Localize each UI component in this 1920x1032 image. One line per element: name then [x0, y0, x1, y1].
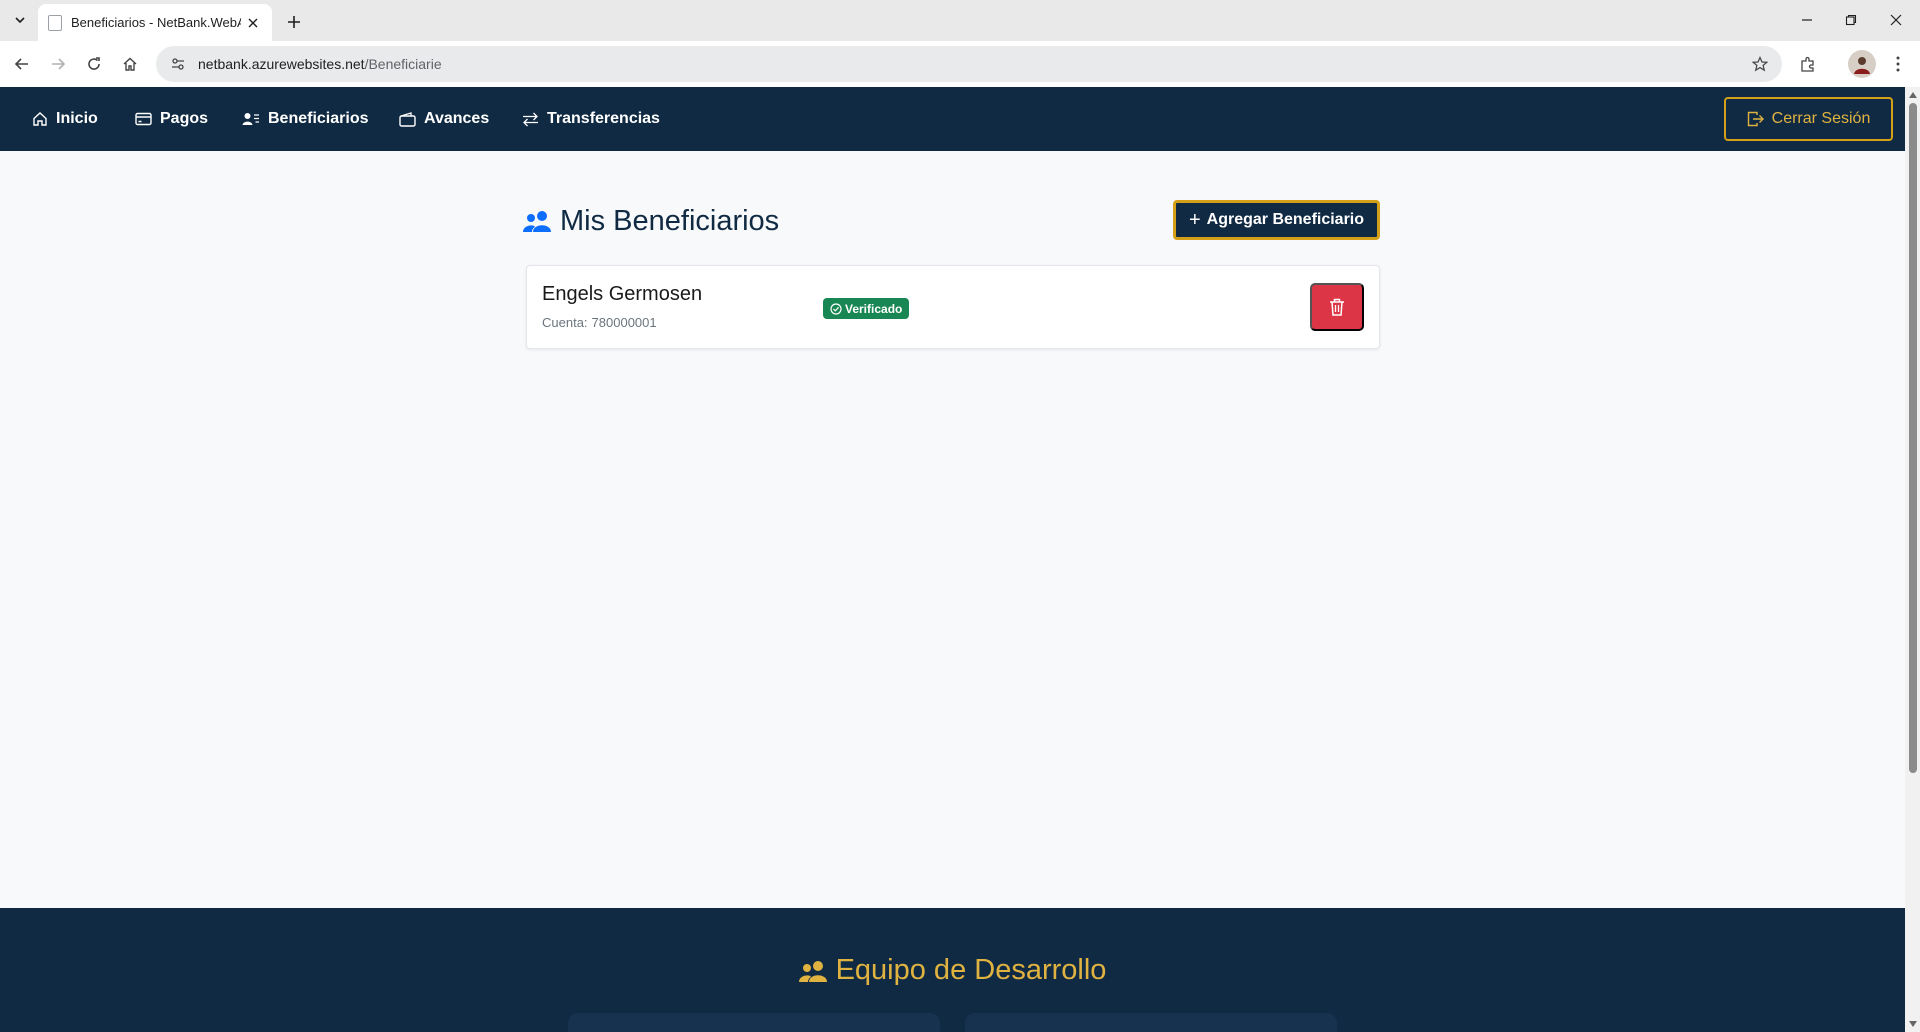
close-window-icon[interactable]: [1882, 8, 1910, 32]
url-text: netbank.azurewebsites.net/Beneficiarie: [198, 56, 442, 72]
nav-item-label: Inicio: [56, 110, 98, 127]
nav-item-avances[interactable]: Avances: [399, 87, 489, 151]
house-icon: [33, 112, 47, 126]
person-lines-icon: [242, 113, 259, 125]
people-icon: [798, 960, 827, 982]
footer: Equipo de Desarrollo: [0, 908, 1905, 1032]
logout-button[interactable]: Cerrar Sesión: [1724, 97, 1893, 141]
new-tab-plus-icon[interactable]: [280, 8, 308, 36]
team-member-card: [568, 1013, 940, 1032]
page-title-text: Mis Beneficiarios: [560, 204, 780, 237]
nav-item-label: Pagos: [160, 110, 209, 127]
page-title: Mis Beneficiarios: [523, 200, 779, 242]
browser-menu-kebab-icon[interactable]: [1884, 50, 1912, 78]
minimize-window-icon[interactable]: [1793, 8, 1821, 32]
address-bar[interactable]: netbank.azurewebsites.net/Beneficiarie: [156, 46, 1782, 82]
browser-tab-active[interactable]: Beneficiarios - NetBank.WebApp: [38, 4, 272, 41]
site-info-icon[interactable]: [168, 54, 188, 74]
people-icon: [523, 211, 551, 232]
beneficiary-name: Engels Germosen: [542, 283, 703, 305]
main-navbar: Inicio Pagos Beneficiarios Avances Trans…: [0, 87, 1905, 151]
restore-window-icon[interactable]: [1837, 8, 1865, 32]
nav-item-inicio[interactable]: Inicio: [32, 87, 98, 151]
scroll-up-arrow-icon[interactable]: [1905, 89, 1920, 101]
box-arrow-right-icon: [1747, 111, 1764, 127]
beneficiary-card: Engels Germosen Cuenta: 780000001 Verific…: [526, 265, 1380, 349]
tab-title: Beneficiarios - NetBank.WebApp: [71, 15, 241, 30]
close-tab-icon[interactable]: [244, 14, 262, 32]
arrow-left-right-icon: [523, 112, 538, 126]
check-circle-icon: [830, 302, 842, 315]
forward-arrow-icon[interactable]: [44, 50, 72, 78]
bookmark-star-icon[interactable]: [1750, 54, 1770, 74]
status-badge-label: Verificado: [845, 301, 903, 316]
logout-label: Cerrar Sesión: [1771, 110, 1871, 127]
trash-icon: [1330, 298, 1344, 316]
scrollbar-thumb[interactable]: [1909, 103, 1917, 773]
nav-item-label: Beneficiarios: [268, 110, 369, 127]
footer-title: Equipo de Desarrollo: [0, 954, 1905, 987]
browser-tab-bar: Beneficiarios - NetBank.WebApp: [0, 0, 1920, 41]
page-scrollbar[interactable]: [1905, 87, 1920, 1032]
beneficiary-account: Cuenta: 780000001: [542, 315, 657, 330]
team-member-card: [965, 1013, 1337, 1032]
add-beneficiary-button[interactable]: + Agregar Beneficiario: [1173, 200, 1380, 240]
credit-card-icon: [135, 112, 152, 126]
delete-beneficiary-button[interactable]: [1310, 283, 1364, 331]
browser-toolbar: netbank.azurewebsites.net/Beneficiarie: [0, 41, 1920, 87]
nav-item-label: Avances: [424, 110, 490, 127]
extensions-puzzle-icon[interactable]: [1794, 50, 1822, 78]
tab-search-chevron-icon[interactable]: [10, 10, 30, 30]
nav-item-pagos[interactable]: Pagos: [135, 87, 208, 151]
nav-item-transferencias[interactable]: Transferencias: [522, 87, 660, 151]
add-beneficiary-label: Agregar Beneficiario: [1206, 211, 1365, 228]
plus-icon: +: [1188, 208, 1201, 231]
back-arrow-icon[interactable]: [8, 50, 36, 78]
nav-item-beneficiarios[interactable]: Beneficiarios: [242, 87, 368, 151]
home-icon[interactable]: [116, 50, 144, 78]
profile-avatar[interactable]: [1848, 50, 1876, 78]
status-badge: Verificado: [823, 298, 910, 319]
page-favicon-icon: [48, 14, 62, 31]
wallet-icon: [399, 111, 416, 127]
footer-title-text: Equipo de Desarrollo: [835, 954, 1107, 986]
scroll-down-arrow-icon[interactable]: [1905, 1018, 1920, 1030]
nav-item-label: Transferencias: [547, 110, 660, 127]
reload-icon[interactable]: [80, 50, 108, 78]
